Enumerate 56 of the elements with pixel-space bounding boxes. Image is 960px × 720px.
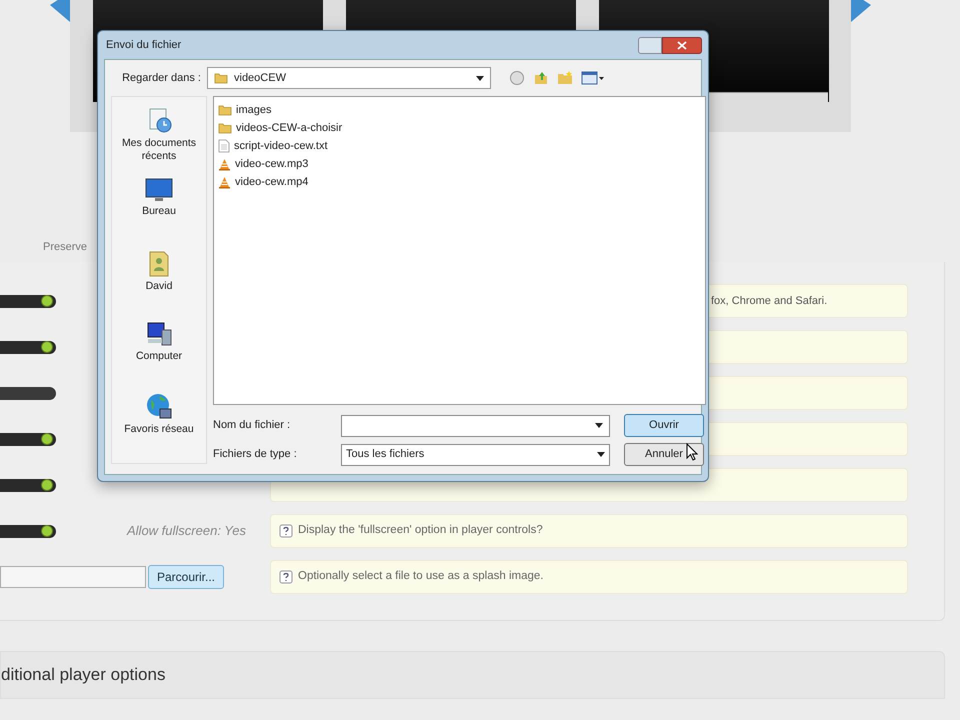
toggle-knob [41, 341, 53, 353]
toggle-knob [41, 433, 53, 445]
hint-text: Display the 'fullscreen' option in player controls? [298, 523, 543, 538]
caret-icon [476, 76, 484, 80]
place-item[interactable]: Favoris réseau [112, 391, 206, 463]
traffic-cone-icon [218, 158, 231, 170]
place-item[interactable]: Computer [112, 320, 206, 392]
arrow-icon[interactable] [851, 0, 871, 22]
preserve-label: Preserve [43, 241, 88, 253]
toggle-knob [41, 525, 53, 537]
hint-text: fox, Chrome and Safari. [711, 294, 828, 309]
file-item[interactable]: video-cew.mp3 [218, 155, 701, 173]
toggle-track[interactable] [0, 432, 56, 446]
view-menu-icon[interactable] [581, 70, 605, 86]
toggle-track[interactable] [0, 478, 56, 492]
hint-text: Optionally select a file to use as a splash image. [298, 569, 544, 584]
traffic-cone-icon [218, 176, 231, 188]
folder-icon [214, 72, 228, 84]
option-label: Allow fullscreen: Yes [127, 523, 246, 538]
file-type-label: Fichiers de type : [213, 447, 298, 462]
toggle-knob [41, 479, 53, 491]
toggle-track[interactable] [0, 340, 56, 354]
open-button[interactable]: Ouvrir [624, 414, 704, 437]
document-icon [218, 139, 230, 153]
browse-button[interactable]: Parcourir... [148, 565, 224, 589]
file-item[interactable]: videos-CEW-a-choisir [218, 119, 701, 137]
toggle-track[interactable] [0, 294, 56, 308]
globe-icon [144, 391, 174, 422]
close-icon[interactable] [662, 36, 702, 54]
arrow-icon[interactable] [50, 0, 70, 22]
file-item[interactable]: video-cew.mp4 [218, 173, 701, 191]
monitor-icon [144, 176, 174, 203]
look-in-label: Regarder dans : [121, 70, 202, 86]
file-item[interactable]: script-video-cew.txt [218, 137, 701, 155]
toggle-knob [41, 295, 53, 307]
file-name-field[interactable] [341, 414, 610, 436]
place-item[interactable]: Mes documents récents [112, 105, 206, 177]
back-icon[interactable] [509, 70, 525, 86]
place-item[interactable]: Bureau [112, 176, 206, 248]
look-in-dropdown[interactable]: videoCEW [207, 67, 491, 89]
caret-icon [595, 423, 603, 428]
mouse-cursor-icon [686, 443, 698, 461]
up-folder-icon[interactable] [533, 70, 549, 86]
toggle-track[interactable] [0, 386, 56, 400]
folder-icon [218, 104, 232, 116]
file-item[interactable]: images [218, 101, 701, 119]
dialog-title: Envoi du fichier [105, 38, 182, 53]
caret-icon [597, 452, 605, 457]
folder-icon [218, 122, 232, 134]
cancel-button[interactable]: Annuler [624, 443, 704, 466]
file-path-field[interactable] [0, 566, 146, 588]
place-item[interactable]: David [112, 248, 206, 320]
toggle-track[interactable] [0, 524, 56, 538]
file-name-label: Nom du fichier : [213, 418, 292, 434]
section-title: ditional player options [1, 664, 166, 686]
file-type-dropdown[interactable]: Tous les fichiers [341, 444, 610, 466]
